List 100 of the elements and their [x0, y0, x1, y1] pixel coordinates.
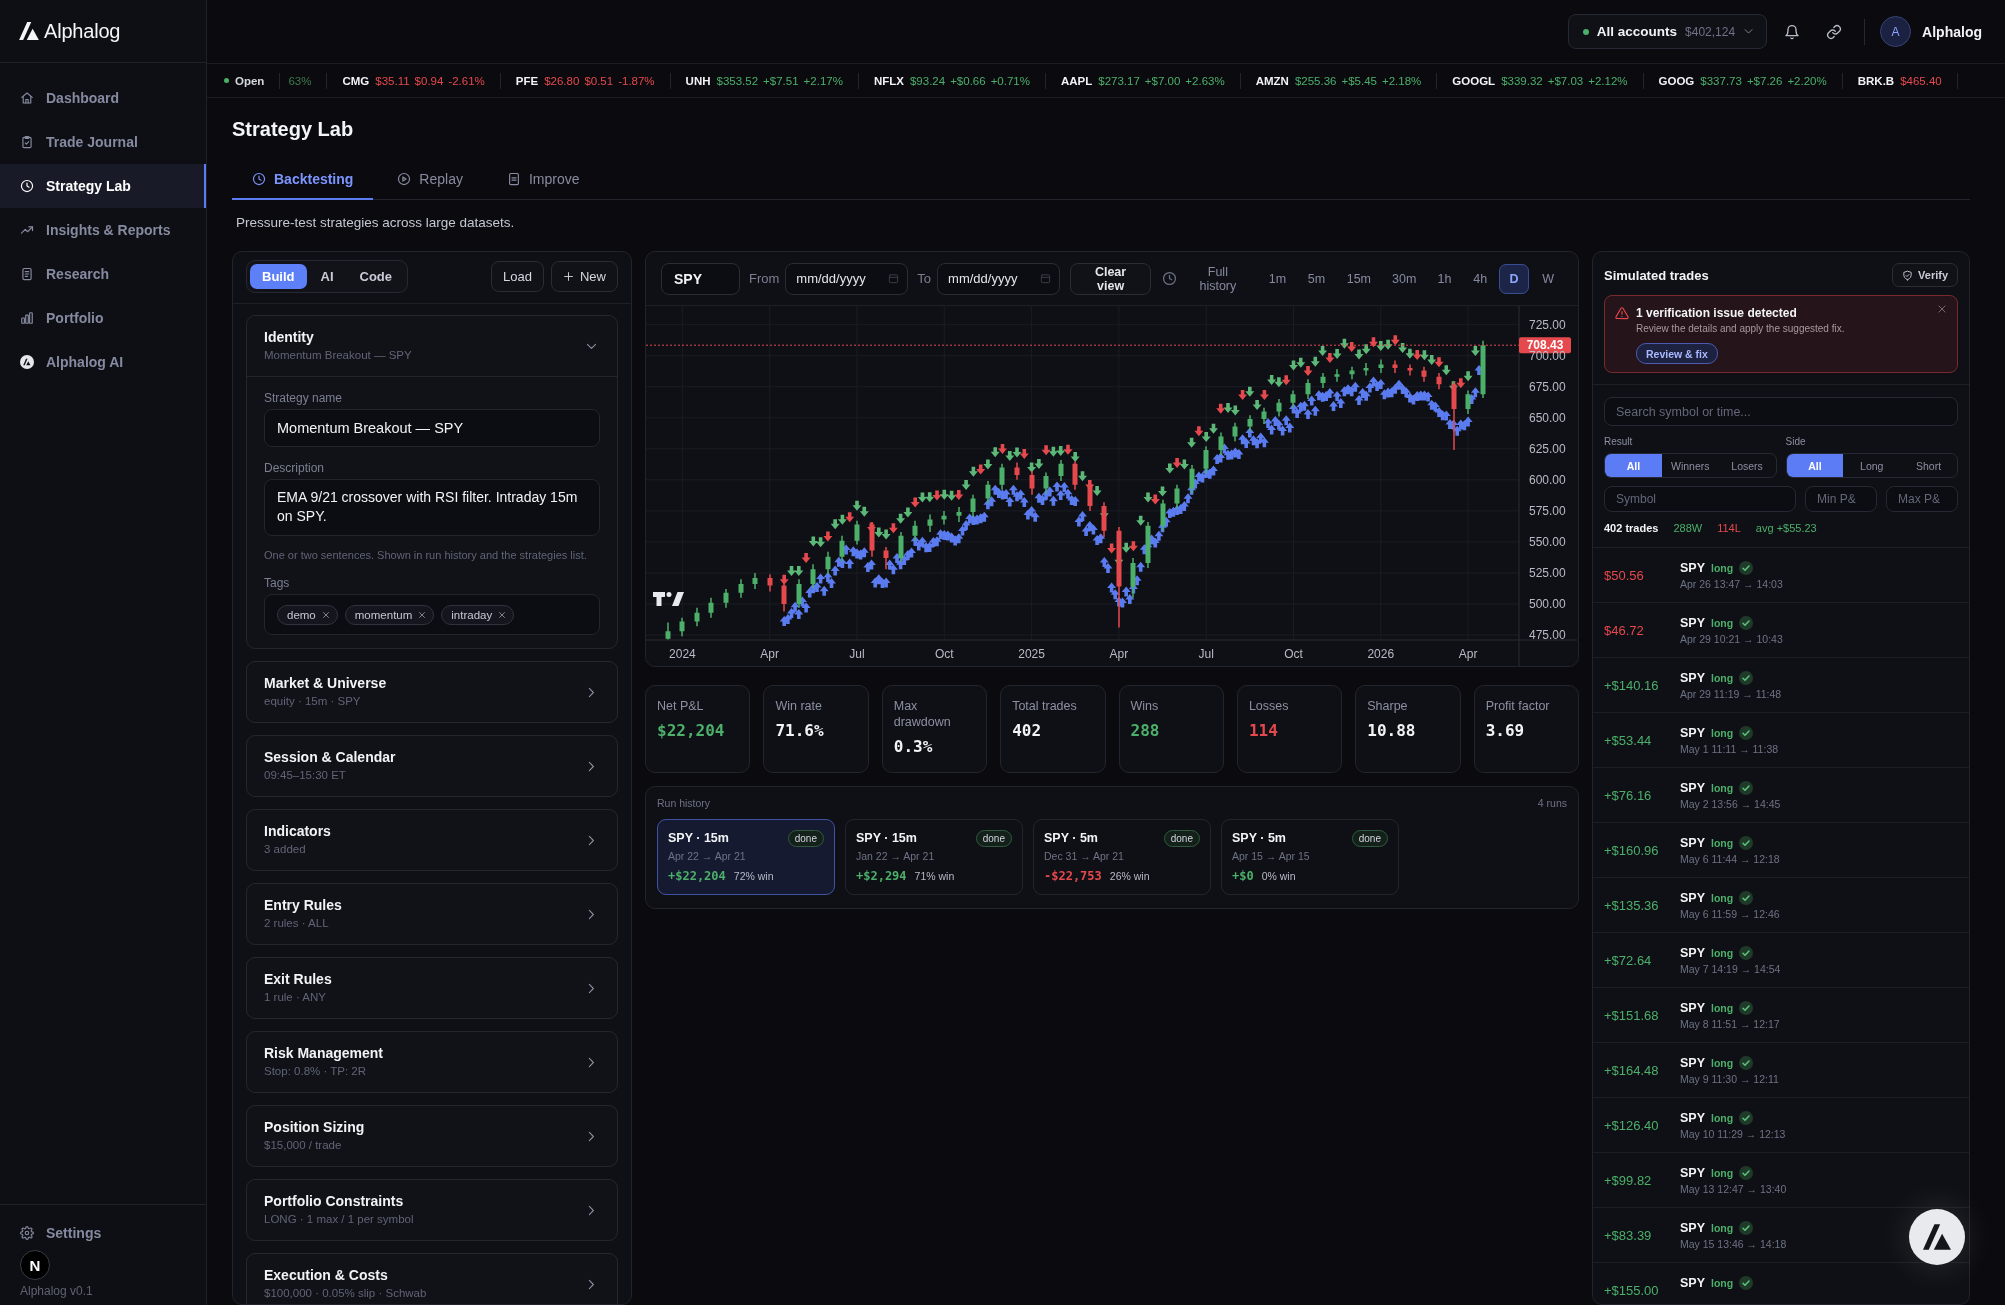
nav-item[interactable]: Research	[0, 252, 206, 296]
interval-button[interactable]: 15m	[1336, 263, 1380, 294]
nav-item[interactable]: Insights & Reports	[0, 208, 206, 252]
range-button[interactable]: Full history	[1180, 263, 1256, 294]
trade-row[interactable]: +$72.64 SPY long May 7 14:19 → 14:54	[1593, 933, 1969, 988]
tag-chip[interactable]: momentum	[344, 604, 435, 625]
section-card[interactable]: Exit Rules 1 rule · ANY	[246, 957, 618, 1019]
clear-view-button[interactable]: Clear view	[1070, 262, 1152, 295]
description-field[interactable]: EMA 9/21 crossover with RSI filter. Intraday 15m on SPY.	[264, 479, 600, 536]
trade-row[interactable]: +$76.16 SPY long May 2 13:56 → 14:45	[1593, 768, 1969, 823]
trade-row[interactable]: +$53.44 SPY long May 1 11:11 → 11:38	[1593, 713, 1969, 768]
filter-input[interactable]: Max P&	[1886, 486, 1958, 512]
interval-button[interactable]: 4h	[1463, 263, 1497, 294]
verify-button[interactable]: Verify	[1892, 263, 1958, 287]
date-field[interactable]: mm/dd/yyyy	[937, 262, 1061, 295]
section-card[interactable]: Market & Universe equity · 15m · SPY	[246, 661, 618, 723]
trade-time: May 6 11:59 → 12:46	[1680, 907, 1780, 921]
trade-row[interactable]: +$135.36 SPY long May 6 11:59 → 12:46	[1593, 878, 1969, 933]
trade-row[interactable]: +$140.16 SPY long Apr 29 11:19 → 11:48	[1593, 658, 1969, 713]
trade-side: long	[1711, 1276, 1734, 1289]
tab[interactable]: Backtesting	[232, 159, 374, 200]
tags-field[interactable]: demo momentum intraday	[264, 594, 600, 635]
run-pnl: +$0	[1232, 869, 1254, 883]
symbol-field[interactable]: SPY	[661, 262, 740, 295]
clock-icon[interactable]	[1162, 271, 1178, 286]
field-hint: One or two sentences. Shown in run history and the strategies list.	[264, 548, 587, 562]
section-card[interactable]: Portfolio Constraints LONG · 1 max / 1 per symbol	[246, 1179, 618, 1241]
trade-time: May 9 11:30 → 12:11	[1680, 1072, 1779, 1086]
close-icon[interactable]	[418, 610, 427, 619]
date-field[interactable]: mm/dd/yyyy	[785, 262, 909, 295]
trade-row[interactable]: +$151.68 SPY long May 8 11:51 → 12:17	[1593, 988, 1969, 1043]
strategy-name-field[interactable]: Momentum Breakout — SPY	[264, 409, 600, 447]
nav-item[interactable]: Strategy Lab	[0, 164, 206, 208]
trade-row[interactable]: +$126.40 SPY long May 10 11:29 → 12:13	[1593, 1098, 1969, 1153]
filter-option[interactable]: All	[1605, 454, 1662, 477]
filter-input[interactable]: Symbol	[1604, 486, 1796, 512]
candle	[825, 551, 831, 575]
close-icon[interactable]	[1937, 304, 1947, 314]
section-card[interactable]: Session & Calendar 09:45–15:30 ET	[246, 735, 618, 797]
interval-button[interactable]: 1h	[1427, 263, 1461, 294]
trade-row[interactable]: +$99.82 SPY long May 13 12:47 → 13:40	[1593, 1153, 1969, 1208]
trade-row[interactable]: $46.72 SPY long Apr 29 10:21 → 10:43	[1593, 603, 1969, 658]
trade-row[interactable]: +$160.96 SPY long May 6 11:44 → 12:18	[1593, 823, 1969, 878]
interval-button[interactable]: D	[1499, 263, 1530, 294]
trade-row[interactable]: +$164.48 SPY long May 9 11:30 → 12:11	[1593, 1043, 1969, 1098]
section-card[interactable]: Risk Management Stop: 0.8% · TP: 2R	[246, 1031, 618, 1093]
filter-input[interactable]: Min P&	[1805, 486, 1877, 512]
stat-value: 3.69	[1485, 721, 1525, 741]
run-card[interactable]: SPY · 5m done Dec 31 → Apr 21 -$22,753 26% win	[1033, 819, 1211, 895]
new-button[interactable]: New	[551, 261, 618, 292]
ticker-change: +$7.51	[763, 74, 799, 87]
filter-option[interactable]: Losers	[1718, 454, 1776, 477]
nav-item[interactable]: Trade Journal	[0, 120, 206, 164]
trade-time: May 8 11:51 → 12:17	[1680, 1017, 1780, 1031]
interval-button[interactable]: 30m	[1382, 263, 1425, 294]
interval-button[interactable]: 5m	[1297, 263, 1334, 294]
interval-button[interactable]: W	[1532, 263, 1563, 294]
ticker-price: $465.40	[1900, 74, 1942, 87]
candle	[1378, 359, 1384, 373]
account-selector[interactable]: All accounts $402,124	[1567, 14, 1768, 49]
tab[interactable]: Replay	[377, 159, 483, 200]
section-card[interactable]: Execution & Costs $100,000 · 0.05% slip · Schwab	[246, 1253, 618, 1304]
mode-tab[interactable]: AI	[308, 264, 346, 289]
dev-tools-button[interactable]: N	[20, 1250, 50, 1280]
section-card[interactable]: Position Sizing $15,000 / trade	[246, 1105, 618, 1167]
mode-tab[interactable]: Code	[347, 264, 404, 289]
settings-link[interactable]: Settings	[20, 1222, 102, 1244]
filter-option[interactable]: Winners	[1661, 454, 1719, 477]
run-card[interactable]: SPY · 5m done Apr 15 → Apr 15 +$0 0% win	[1221, 819, 1399, 895]
filter-option[interactable]: Short	[1900, 454, 1957, 477]
ticker-symbol: GOOG	[1658, 74, 1695, 87]
tag-chip[interactable]: intraday	[441, 604, 515, 625]
nav-item[interactable]: Portfolio	[0, 296, 206, 340]
bell-icon[interactable]	[1784, 23, 1801, 40]
interval-button[interactable]: 1m	[1258, 263, 1295, 294]
trade-pnl: +$140.16	[1604, 677, 1660, 693]
mode-tab[interactable]: Build	[250, 264, 307, 289]
trade-row[interactable]: $50.56 SPY long Apr 26 13:47 → 14:03	[1593, 548, 1969, 603]
trade-side: long	[1711, 1056, 1734, 1069]
candle	[708, 597, 714, 618]
filter-option[interactable]: All	[1786, 454, 1844, 477]
trade-pnl: +$151.68	[1604, 1007, 1660, 1023]
trade-time: Apr 26 13:47 → 14:03	[1680, 577, 1783, 591]
run-card[interactable]: SPY · 15m done Apr 22 → Apr 21 +$22,204 72% win	[657, 819, 835, 895]
section-header[interactable]: Identity Momentum Breakout — SPY	[247, 316, 617, 376]
run-card[interactable]: SPY · 15m done Jan 22 → Apr 21 +$2,294 71% win	[845, 819, 1023, 895]
nav-item[interactable]: Alphalog AI	[0, 340, 206, 384]
close-icon[interactable]	[321, 610, 330, 619]
link-icon[interactable]	[1826, 23, 1843, 40]
section-card[interactable]: Entry Rules 2 rules · ALL	[246, 883, 618, 945]
avatar[interactable]: A	[1880, 16, 1912, 47]
section-card[interactable]: Indicators 3 added	[246, 809, 618, 871]
close-icon[interactable]	[498, 610, 507, 619]
review-fix-button[interactable]: Review & fix	[1636, 343, 1718, 364]
load-button[interactable]: Load	[491, 261, 544, 292]
nav-item[interactable]: Dashboard	[0, 76, 206, 120]
filter-option[interactable]: Long	[1843, 454, 1901, 477]
tab[interactable]: Improve	[486, 159, 600, 200]
search-field[interactable]: Search symbol or time...	[1604, 397, 1958, 426]
tag-chip[interactable]: demo	[277, 604, 338, 625]
